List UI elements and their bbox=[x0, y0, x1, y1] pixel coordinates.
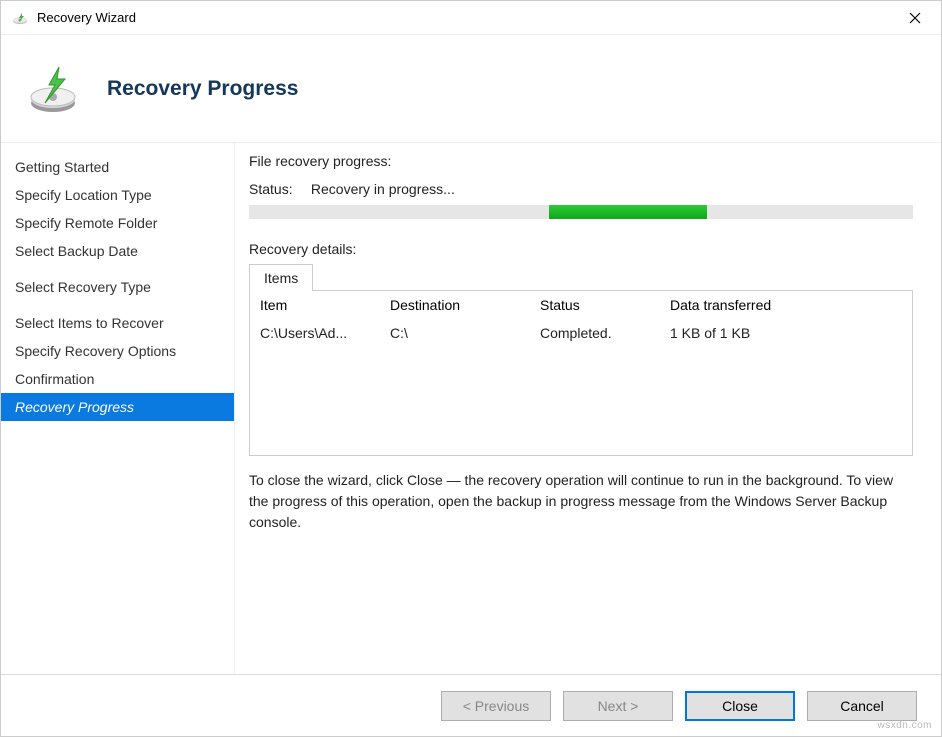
wizard-content: File recovery progress: Status: Recovery… bbox=[235, 143, 941, 674]
recovery-items-grid: Item Destination Status Data transferred… bbox=[249, 290, 913, 456]
col-header-status: Status bbox=[540, 297, 670, 313]
col-header-destination: Destination bbox=[390, 297, 540, 313]
cell-status: Completed. bbox=[540, 325, 670, 341]
close-window-button[interactable] bbox=[895, 4, 935, 32]
hint-text: To close the wizard, click Close — the r… bbox=[249, 470, 913, 533]
step-confirmation: Confirmation bbox=[1, 365, 234, 393]
cell-destination: C:\ bbox=[390, 325, 540, 341]
col-header-data: Data transferred bbox=[670, 297, 902, 313]
recovery-details-label: Recovery details: bbox=[249, 241, 913, 257]
recovery-wizard-icon bbox=[11, 9, 29, 27]
table-row: C:\Users\Ad... C:\ Completed. 1 KB of 1 … bbox=[250, 319, 912, 347]
close-button[interactable]: Close bbox=[685, 691, 795, 721]
page-title: Recovery Progress bbox=[107, 77, 298, 101]
col-header-item: Item bbox=[260, 297, 390, 313]
next-button: Next > bbox=[563, 691, 673, 721]
step-recovery-progress: Recovery Progress bbox=[1, 393, 234, 421]
tab-items[interactable]: Items bbox=[249, 264, 313, 291]
step-select-backup-date: Select Backup Date bbox=[1, 237, 234, 265]
cancel-button[interactable]: Cancel bbox=[807, 691, 917, 721]
step-select-items-to-recover: Select Items to Recover bbox=[1, 309, 234, 337]
status-label: Status: bbox=[249, 181, 307, 197]
step-select-recovery-type: Select Recovery Type bbox=[1, 273, 234, 301]
recovery-large-icon bbox=[25, 61, 81, 117]
window-title: Recovery Wizard bbox=[37, 10, 895, 25]
status-value: Recovery in progress... bbox=[311, 181, 455, 197]
wizard-steps-sidebar: Getting Started Specify Location Type Sp… bbox=[1, 143, 235, 674]
step-specify-remote-folder: Specify Remote Folder bbox=[1, 209, 234, 237]
grid-header: Item Destination Status Data transferred bbox=[250, 291, 912, 319]
step-specify-location-type: Specify Location Type bbox=[1, 181, 234, 209]
step-specify-recovery-options: Specify Recovery Options bbox=[1, 337, 234, 365]
titlebar: Recovery Wizard bbox=[1, 1, 941, 35]
tabs: Items bbox=[249, 263, 913, 290]
step-getting-started: Getting Started bbox=[1, 153, 234, 181]
wizard-header: Recovery Progress bbox=[1, 35, 941, 143]
progress-bar bbox=[249, 205, 913, 219]
cell-data: 1 KB of 1 KB bbox=[670, 325, 902, 341]
wizard-footer: < Previous Next > Close Cancel bbox=[1, 674, 941, 736]
watermark: wsxdn.com bbox=[877, 720, 932, 731]
section-title: File recovery progress: bbox=[249, 153, 913, 169]
status-row: Status: Recovery in progress... bbox=[249, 181, 913, 197]
progress-bar-fill bbox=[549, 205, 707, 219]
cell-item: C:\Users\Ad... bbox=[260, 325, 390, 341]
previous-button: < Previous bbox=[441, 691, 551, 721]
